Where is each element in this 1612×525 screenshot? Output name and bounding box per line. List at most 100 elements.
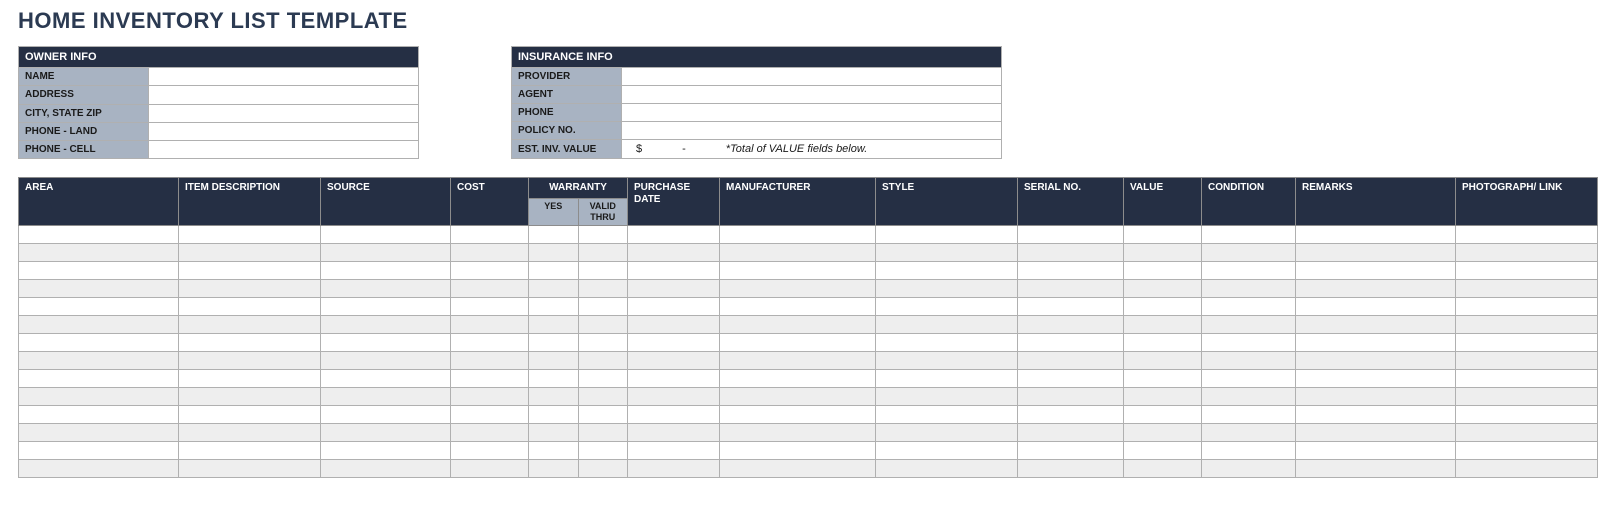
table-cell[interactable] — [321, 405, 451, 423]
table-cell[interactable] — [451, 423, 529, 441]
table-cell[interactable] — [1124, 333, 1202, 351]
table-cell[interactable] — [321, 459, 451, 477]
table-cell[interactable] — [321, 351, 451, 369]
table-cell[interactable] — [1296, 297, 1456, 315]
table-cell[interactable] — [720, 441, 876, 459]
table-cell[interactable] — [179, 351, 321, 369]
table-cell[interactable] — [1124, 423, 1202, 441]
table-cell[interactable] — [628, 315, 720, 333]
table-cell[interactable] — [720, 315, 876, 333]
table-cell[interactable] — [1202, 369, 1296, 387]
table-cell[interactable] — [1124, 387, 1202, 405]
table-cell[interactable] — [876, 441, 1018, 459]
table-cell[interactable] — [179, 387, 321, 405]
table-cell[interactable] — [451, 387, 529, 405]
table-cell[interactable] — [578, 387, 628, 405]
table-cell[interactable] — [720, 387, 876, 405]
table-cell[interactable] — [876, 297, 1018, 315]
table-cell[interactable] — [628, 459, 720, 477]
table-cell[interactable] — [1456, 441, 1598, 459]
table-cell[interactable] — [1202, 243, 1296, 261]
table-cell[interactable] — [19, 405, 179, 423]
table-cell[interactable] — [1018, 297, 1124, 315]
table-cell[interactable] — [321, 387, 451, 405]
table-cell[interactable] — [720, 405, 876, 423]
table-cell[interactable] — [1202, 459, 1296, 477]
table-cell[interactable] — [720, 297, 876, 315]
table-cell[interactable] — [179, 315, 321, 333]
table-cell[interactable] — [1018, 243, 1124, 261]
table-cell[interactable] — [628, 243, 720, 261]
table-cell[interactable] — [1202, 441, 1296, 459]
table-cell[interactable] — [321, 261, 451, 279]
table-cell[interactable] — [578, 315, 628, 333]
table-cell[interactable] — [876, 351, 1018, 369]
table-cell[interactable] — [1202, 423, 1296, 441]
table-cell[interactable] — [529, 369, 579, 387]
table-cell[interactable] — [451, 459, 529, 477]
table-cell[interactable] — [529, 423, 579, 441]
table-cell[interactable] — [1018, 315, 1124, 333]
table-cell[interactable] — [1456, 333, 1598, 351]
table-cell[interactable] — [876, 243, 1018, 261]
table-cell[interactable] — [529, 459, 579, 477]
table-cell[interactable] — [1202, 261, 1296, 279]
table-cell[interactable] — [1124, 297, 1202, 315]
table-cell[interactable] — [1202, 279, 1296, 297]
table-cell[interactable] — [1124, 459, 1202, 477]
table-cell[interactable] — [19, 441, 179, 459]
table-cell[interactable] — [628, 225, 720, 243]
table-cell[interactable] — [179, 369, 321, 387]
table-cell[interactable] — [179, 459, 321, 477]
table-cell[interactable] — [529, 333, 579, 351]
table-cell[interactable] — [321, 441, 451, 459]
table-cell[interactable] — [578, 459, 628, 477]
table-cell[interactable] — [1018, 351, 1124, 369]
table-cell[interactable] — [179, 441, 321, 459]
table-cell[interactable] — [19, 387, 179, 405]
table-cell[interactable] — [628, 423, 720, 441]
table-cell[interactable] — [1296, 315, 1456, 333]
table-cell[interactable] — [19, 261, 179, 279]
table-cell[interactable] — [451, 225, 529, 243]
table-cell[interactable] — [1456, 459, 1598, 477]
table-cell[interactable] — [628, 441, 720, 459]
table-cell[interactable] — [628, 297, 720, 315]
table-cell[interactable] — [451, 243, 529, 261]
table-cell[interactable] — [321, 423, 451, 441]
table-cell[interactable] — [1124, 279, 1202, 297]
table-cell[interactable] — [321, 369, 451, 387]
table-cell[interactable] — [19, 423, 179, 441]
table-cell[interactable] — [451, 297, 529, 315]
table-cell[interactable] — [876, 369, 1018, 387]
table-cell[interactable] — [1456, 351, 1598, 369]
insurance-phone-field[interactable] — [622, 104, 1002, 122]
table-cell[interactable] — [578, 333, 628, 351]
table-cell[interactable] — [1296, 261, 1456, 279]
table-cell[interactable] — [876, 315, 1018, 333]
table-cell[interactable] — [321, 315, 451, 333]
owner-phone-cell-field[interactable] — [149, 140, 419, 158]
table-cell[interactable] — [628, 405, 720, 423]
owner-phone-land-field[interactable] — [149, 122, 419, 140]
table-cell[interactable] — [720, 369, 876, 387]
insurance-agent-field[interactable] — [622, 86, 1002, 104]
table-cell[interactable] — [628, 351, 720, 369]
table-cell[interactable] — [1456, 387, 1598, 405]
table-cell[interactable] — [1456, 315, 1598, 333]
table-cell[interactable] — [529, 261, 579, 279]
table-cell[interactable] — [1202, 315, 1296, 333]
table-cell[interactable] — [1124, 441, 1202, 459]
table-cell[interactable] — [1018, 225, 1124, 243]
table-cell[interactable] — [179, 261, 321, 279]
table-cell[interactable] — [451, 279, 529, 297]
table-cell[interactable] — [529, 351, 579, 369]
table-cell[interactable] — [19, 351, 179, 369]
table-cell[interactable] — [1124, 315, 1202, 333]
table-cell[interactable] — [1018, 459, 1124, 477]
table-cell[interactable] — [1018, 333, 1124, 351]
table-cell[interactable] — [876, 261, 1018, 279]
table-cell[interactable] — [179, 279, 321, 297]
table-cell[interactable] — [1296, 243, 1456, 261]
table-cell[interactable] — [1456, 369, 1598, 387]
